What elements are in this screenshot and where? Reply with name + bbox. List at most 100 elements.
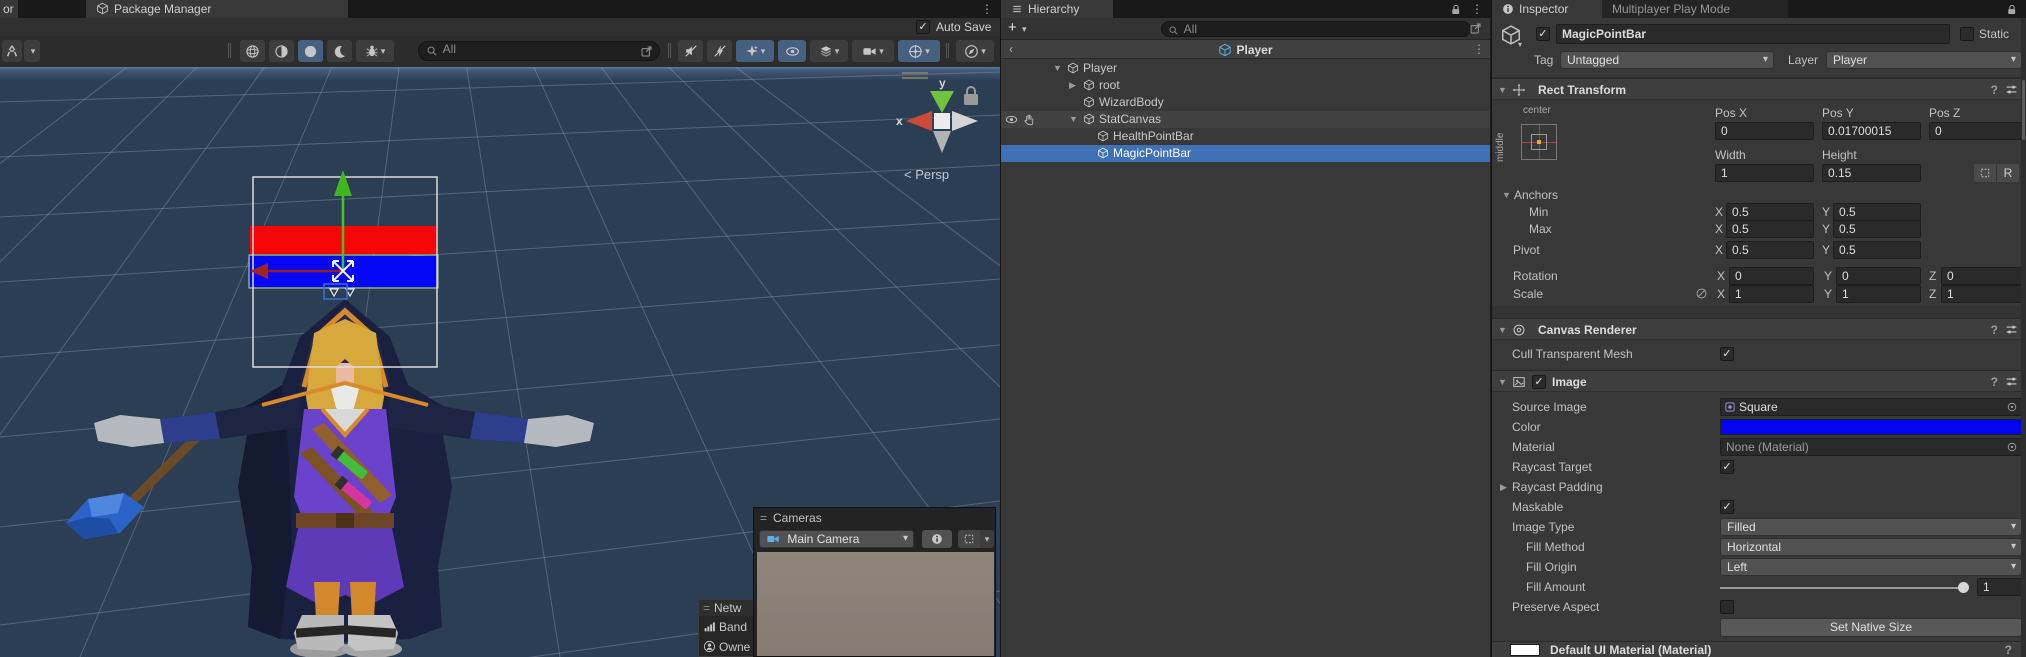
canvas-renderer-header[interactable]: ▼ Canvas Renderer ? — [1492, 318, 2026, 340]
search-window-icon[interactable] — [1469, 22, 1482, 35]
y-axis-arrowhead[interactable] — [334, 170, 352, 196]
camera-fullscreen-dropdown[interactable]: ▾ — [980, 530, 994, 548]
pos-x-field[interactable]: 0 — [1715, 122, 1814, 140]
tree-row-player[interactable]: ▼ Player — [1001, 60, 1490, 77]
tab-hierarchy[interactable]: Hierarchy — [1001, 0, 1113, 18]
create-dropdown-icon[interactable]: ▾ — [1022, 20, 1027, 38]
scale-x-field[interactable]: 1 — [1729, 285, 1814, 303]
tab-multiplayer-play-mode[interactable]: Multiplayer Play Mode — [1602, 0, 1788, 18]
shading-wireframe-button[interactable] — [240, 40, 265, 62]
lock-icon[interactable] — [2005, 3, 2018, 16]
shading-shaded-button[interactable] — [298, 40, 323, 62]
fill-amount-slider[interactable] — [1720, 587, 1968, 589]
scene-search-field[interactable]: All — [418, 41, 660, 61]
height-field[interactable]: 0.15 — [1822, 164, 1921, 182]
camera-fullscreen-button[interactable] — [958, 530, 980, 548]
link-off-icon[interactable] — [1695, 287, 1708, 300]
pivot-x-field[interactable]: 0.5 — [1726, 241, 1814, 259]
gizmo-bottom-cone[interactable] — [933, 131, 951, 153]
active-tool-button[interactable] — [2, 40, 22, 62]
anchor-triangles[interactable] — [328, 288, 356, 298]
image-enabled-checkbox[interactable] — [1532, 375, 1546, 389]
blueprint-mode-button[interactable] — [1974, 164, 1996, 182]
width-field[interactable]: 1 — [1715, 164, 1814, 182]
gizmos-button[interactable]: ▾ — [898, 40, 940, 62]
shading-unlit-button[interactable] — [327, 40, 352, 62]
shading-shaded-wire-button[interactable] — [269, 40, 294, 62]
color-field[interactable] — [1720, 419, 2022, 435]
maskable-checkbox[interactable] — [1720, 500, 1734, 514]
gameobject-name-field[interactable]: MagicPointBar — [1556, 24, 1950, 44]
pos-z-field[interactable]: 0 — [1929, 122, 2022, 140]
padlock-icon[interactable] — [964, 86, 978, 105]
anchors-max-x-field[interactable]: 0.5 — [1726, 220, 1814, 238]
overlay-handle-icon[interactable] — [902, 72, 928, 79]
cameras-overlay-header[interactable]: = Cameras — [754, 508, 995, 528]
help-icon[interactable]: ? — [1991, 371, 1998, 393]
wizard-character[interactable] — [66, 299, 594, 657]
fill-amount-field[interactable]: 1 — [1977, 578, 2022, 596]
scene-viewport[interactable]: y x < Persp = Netw Band Owne = Cameras M… — [0, 0, 1000, 657]
gizmo-right-cone[interactable] — [952, 111, 978, 131]
lock-icon[interactable] — [1449, 3, 1462, 16]
gizmo-persp-label[interactable]: < Persp — [904, 167, 949, 182]
create-button[interactable]: + — [1008, 19, 1017, 37]
raycast-target-checkbox[interactable] — [1720, 460, 1734, 474]
help-icon[interactable]: ? — [1991, 79, 1998, 101]
fill-origin-dropdown[interactable]: Left ▾ — [1720, 558, 2022, 576]
object-picker-icon[interactable] — [2006, 401, 2018, 413]
material-footer[interactable]: Default UI Material (Material) ? — [1492, 641, 2026, 657]
hierarchy-search-field[interactable]: All — [1161, 21, 1471, 37]
layers-button[interactable]: ▾ — [810, 40, 848, 62]
scene-effects-button[interactable]: ▾ — [736, 40, 774, 62]
visibility-eye-icon[interactable] — [1005, 113, 1018, 126]
scene-audio-toggle[interactable] — [678, 40, 703, 62]
tab-partial[interactable]: or — [0, 0, 18, 18]
rotation-y-field[interactable]: 0 — [1836, 267, 1921, 285]
layer-dropdown[interactable]: Player ▾ — [1826, 51, 2022, 69]
search-window-icon[interactable] — [640, 45, 653, 58]
tree-row-magicpointbar[interactable]: MagicPointBar — [1001, 145, 1490, 162]
scene-visibility-toggle[interactable] — [778, 40, 806, 62]
gizmo-y-cone[interactable] — [930, 91, 954, 113]
preset-icon[interactable] — [2005, 323, 2018, 336]
hierarchy-menu-kebab-icon[interactable]: ⋮ — [1470, 0, 1484, 18]
image-type-dropdown[interactable]: Filled ▾ — [1720, 518, 2022, 536]
auto-save-checkbox[interactable] — [916, 20, 930, 34]
source-image-field[interactable]: Square — [1720, 398, 2022, 416]
rotation-x-field[interactable]: 0 — [1729, 267, 1814, 285]
pickability-hand-icon[interactable] — [1023, 113, 1036, 126]
rotation-z-field[interactable]: 0 — [1941, 267, 2022, 285]
raw-edit-mode-button[interactable]: R — [1997, 164, 2019, 182]
anchors-label[interactable]: Anchors — [1514, 186, 1558, 204]
fill-method-dropdown[interactable]: Horizontal ▾ — [1720, 538, 2022, 556]
help-icon[interactable]: ? — [1991, 319, 1998, 341]
preset-icon[interactable] — [2005, 375, 2018, 388]
active-checkbox[interactable] — [1536, 27, 1550, 41]
raycast-padding-label[interactable]: Raycast Padding — [1512, 478, 1603, 496]
camera-info-button[interactable] — [922, 530, 952, 548]
gizmo-center-cube[interactable] — [934, 113, 950, 129]
tree-row-root[interactable]: ▶ root — [1001, 77, 1490, 94]
rect-transform-header[interactable]: ▼ Rect Transform ? — [1492, 78, 2026, 100]
tree-row-healthpointbar[interactable]: HealthPointBar — [1001, 128, 1490, 145]
anchors-max-y-field[interactable]: 0.5 — [1833, 220, 1921, 238]
camera-settings-button[interactable]: ▾ — [852, 40, 894, 62]
gameobject-icon-dropdown[interactable]: ▾ — [1518, 36, 1522, 54]
tree-row-statcanvas[interactable]: ▼ StatCanvas — [1001, 111, 1490, 128]
scale-z-field[interactable]: 1 — [1941, 285, 2022, 303]
scale-y-field[interactable]: 1 — [1836, 285, 1921, 303]
cull-transparent-mesh-checkbox[interactable] — [1720, 347, 1734, 361]
gizmo-x-cone[interactable] — [906, 111, 932, 131]
tab-inspector[interactable]: Inspector — [1492, 0, 1602, 18]
scene-lighting-toggle[interactable] — [707, 40, 732, 62]
set-native-size-button[interactable]: Set Native Size — [1720, 618, 2022, 637]
tag-dropdown[interactable]: Untagged ▾ — [1560, 51, 1774, 69]
fill-amount-slider-handle[interactable] — [1958, 582, 1969, 593]
camera-select-dropdown[interactable]: Main Camera ▾ — [759, 530, 914, 548]
pos-y-field[interactable]: 0.01700015 — [1822, 122, 1921, 140]
scene-tab-menu-icon[interactable]: ⋮ — [980, 0, 994, 18]
pivot-y-field[interactable]: 0.5 — [1833, 241, 1921, 259]
static-checkbox[interactable] — [1960, 27, 1974, 41]
scrollbar-thumb[interactable] — [2022, 80, 2025, 140]
